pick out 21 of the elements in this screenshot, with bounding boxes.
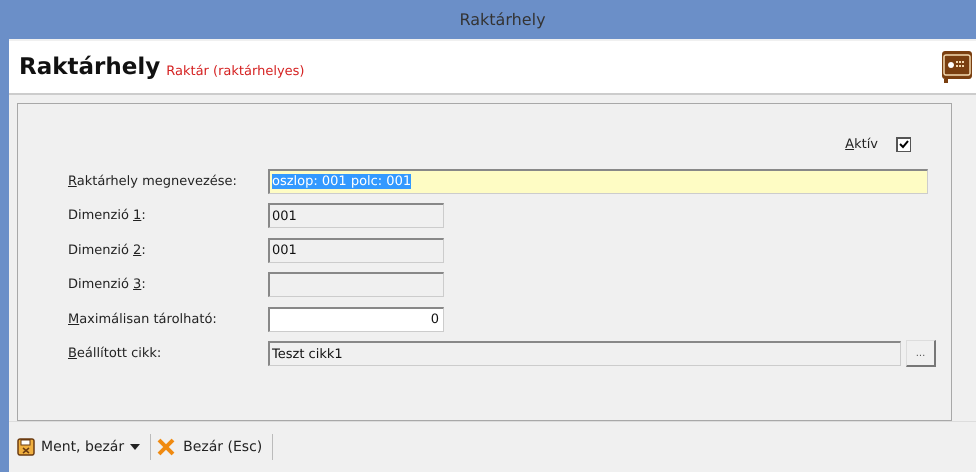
field-label: Dimenzió 2: <box>68 242 147 258</box>
input-field[interactable]: 001 <box>268 238 444 263</box>
field-label: Dimenzió 3: <box>68 277 147 292</box>
page-title: Raktárhely <box>19 54 160 80</box>
active-checkbox[interactable] <box>896 136 911 152</box>
close-button[interactable]: Bezár (Esc) <box>151 434 274 460</box>
field-label: Maximálisan tárolható: <box>68 312 218 327</box>
field-label: Dimenzió 1: <box>68 208 147 224</box>
page-subtitle: Raktár (raktárhelyes) <box>166 64 304 78</box>
input-field[interactable]: 001 <box>268 203 444 228</box>
close-icon <box>155 438 178 456</box>
field-label: Aktív <box>845 136 878 152</box>
input-field[interactable]: 0 <box>268 306 444 332</box>
input-field[interactable] <box>268 272 444 298</box>
input-field[interactable]: Teszt cikk1 <box>268 341 901 366</box>
caret-icon[interactable] <box>130 444 140 450</box>
field-label: Raktárhely megnevezése: <box>68 174 238 189</box>
save-close-button[interactable]: Ment, bezár <box>13 434 152 460</box>
field-label: Beállított cikk: <box>68 346 162 362</box>
browse-button[interactable]: ... <box>906 340 936 368</box>
window-title: Raktárhely <box>459 10 546 29</box>
